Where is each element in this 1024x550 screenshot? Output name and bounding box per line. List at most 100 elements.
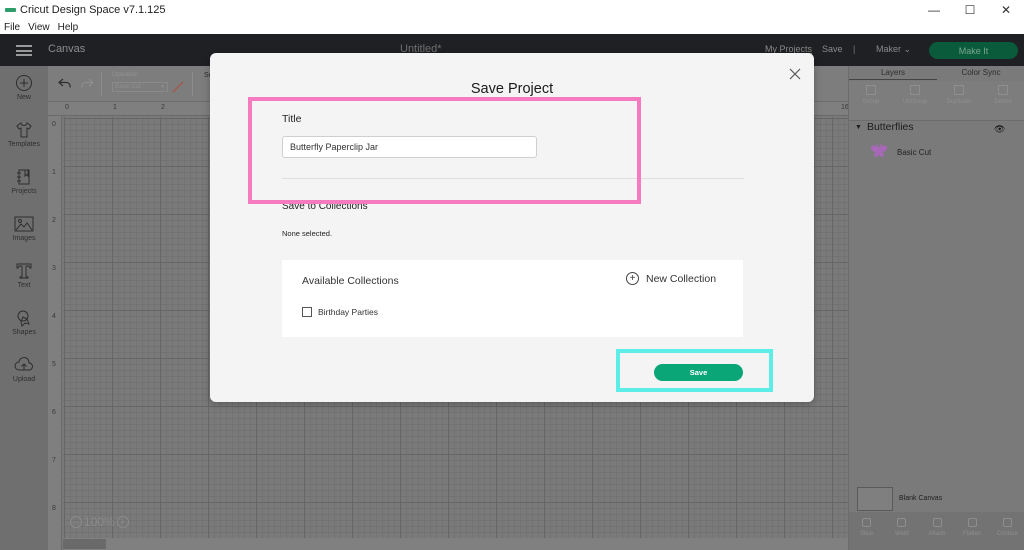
eye-icon[interactable]: 👁	[994, 124, 1005, 135]
weld-icon	[897, 518, 907, 527]
contour-button[interactable]: Contour	[990, 512, 1024, 550]
operation-value: Basic Cut	[115, 84, 141, 90]
header-save-link[interactable]: Save	[822, 44, 843, 54]
zoom-out-button[interactable]: −	[70, 516, 82, 528]
tshirt-icon	[16, 122, 32, 138]
ruler-tick-label: 6	[52, 409, 56, 416]
menu-view[interactable]: View	[28, 22, 50, 33]
chevron-down-icon: ⌄	[903, 44, 912, 54]
horizontal-scrollbar[interactable]	[63, 538, 848, 550]
new-collection-label: New Collection	[646, 272, 717, 285]
scrollbar-thumb[interactable]	[63, 539, 106, 549]
sidebar-item-text[interactable]: Text	[0, 262, 48, 289]
sidebar-item-projects[interactable]: Projects	[0, 168, 48, 195]
flatten-button[interactable]: Flatten	[955, 512, 990, 550]
delete-button[interactable]: Delete	[981, 81, 1024, 120]
operation-select[interactable]: Basic Cut ▾	[112, 82, 168, 92]
operation-label: Operation	[112, 72, 139, 78]
sidebar-label: Images	[12, 235, 36, 242]
toolbar-divider	[192, 72, 193, 96]
redo-icon[interactable]	[80, 77, 94, 89]
left-sidebar: New Templates Projects Images Text Shape…	[0, 66, 48, 550]
action-label: Group	[862, 99, 880, 105]
ruler-tick-label: 2	[161, 104, 165, 111]
action-label: Delete	[994, 99, 1012, 105]
layer-item-label: Basic Cut	[897, 147, 932, 157]
weld-button[interactable]: Weld	[884, 512, 919, 550]
sidebar-item-templates[interactable]: Templates	[0, 121, 48, 148]
layer-group-name: Butterflies	[866, 121, 914, 133]
sidebar-item-new[interactable]: New	[0, 74, 48, 101]
sidebar-label: New	[16, 94, 31, 101]
sidebar-item-images[interactable]: Images	[0, 215, 48, 242]
ruler-tick-label: 5	[52, 361, 56, 368]
collection-checkbox[interactable]	[302, 307, 312, 317]
sidebar-label: Projects	[11, 188, 37, 195]
group-icon	[866, 85, 876, 95]
plus-circle-icon: +	[626, 272, 639, 285]
sidebar-label: Shapes	[12, 329, 36, 336]
new-collection-button[interactable]: + New Collection	[626, 272, 716, 285]
selected-collections-status: None selected.	[282, 229, 333, 238]
paperclip-icon	[932, 518, 942, 527]
image-icon	[14, 216, 34, 232]
ruler-vertical: 0 1 2 3 4 5 6 7 8	[48, 116, 62, 550]
app-window: Cricut Design Space v7.1.125 — ☐ ✕ File …	[0, 0, 1024, 550]
sidebar-item-upload[interactable]: Upload	[0, 356, 48, 383]
layer-actions: Group UnGroup Duplicate Delete	[849, 81, 1024, 121]
layer-group-butterflies[interactable]: ▼ Butterflies	[855, 121, 914, 133]
duplicate-button[interactable]: Duplicate	[937, 81, 981, 120]
ruler-tick-label: 4	[52, 313, 56, 320]
layers-panel: Layers Color Sync Group UnGroup Duplicat…	[848, 66, 1024, 550]
blank-canvas-swatch[interactable]	[857, 487, 893, 511]
color-swatch-icon[interactable]	[172, 81, 184, 93]
sidebar-label: Text	[17, 282, 31, 289]
duplicate-icon	[954, 85, 964, 95]
available-collections-heading: Available Collections	[302, 275, 399, 287]
zoom-control: − 100% +	[70, 515, 129, 529]
toolbar-divider	[101, 72, 102, 96]
attach-button[interactable]: Attach	[919, 512, 954, 550]
hamburger-menu-icon[interactable]	[16, 45, 32, 56]
collection-item[interactable]: Birthday Parties	[302, 307, 378, 317]
menu-file[interactable]: File	[4, 22, 20, 33]
menu-help[interactable]: Help	[58, 22, 79, 33]
available-collections-box: Available Collections + New Collection B…	[282, 260, 743, 337]
close-icon[interactable]	[788, 67, 802, 81]
ruler-tick-label: 1	[52, 169, 56, 176]
menu-bar: File View Help	[0, 20, 1024, 34]
tab-layers[interactable]: Layers	[849, 66, 937, 80]
tab-color-sync[interactable]: Color Sync	[937, 66, 1024, 80]
zoom-in-button[interactable]: +	[116, 516, 129, 528]
app-logo-icon	[5, 8, 16, 12]
action-label: UnGroup	[902, 99, 928, 105]
make-it-button[interactable]: Make It	[929, 42, 1018, 59]
group-button[interactable]: Group	[849, 81, 893, 120]
flatten-icon	[967, 518, 977, 527]
minimize-button[interactable]: —	[916, 0, 952, 20]
machine-label: Maker	[876, 44, 902, 54]
window-controls: — ☐ ✕	[916, 0, 1024, 20]
contour-icon	[1002, 518, 1012, 527]
collection-name: Birthday Parties	[318, 307, 378, 317]
slice-button[interactable]: Slice	[849, 512, 884, 550]
action-label: Duplicate	[946, 99, 972, 105]
text-t-icon	[16, 263, 32, 279]
zoom-level: 100%	[84, 515, 115, 529]
machine-select[interactable]: Maker ⌄	[876, 44, 911, 55]
tool-label: Flatten	[963, 531, 982, 537]
tool-label: Weld	[895, 531, 909, 537]
ruler-tick-label: 1	[113, 104, 117, 111]
sidebar-item-shapes[interactable]: Shapes	[0, 309, 48, 336]
ungroup-button[interactable]: UnGroup	[893, 81, 937, 120]
blank-canvas-label: Blank Canvas	[899, 495, 943, 502]
close-window-button[interactable]: ✕	[988, 0, 1024, 20]
plus-circle-icon	[16, 75, 32, 91]
tool-label: Slice	[860, 531, 874, 537]
maximize-button[interactable]: ☐	[952, 0, 988, 20]
undo-icon[interactable]	[58, 77, 72, 89]
shapes-icon	[17, 310, 30, 327]
layer-item[interactable]: Basic Cut	[869, 144, 931, 160]
cloud-upload-icon	[14, 356, 33, 371]
highlight-title-annotation	[248, 97, 641, 204]
